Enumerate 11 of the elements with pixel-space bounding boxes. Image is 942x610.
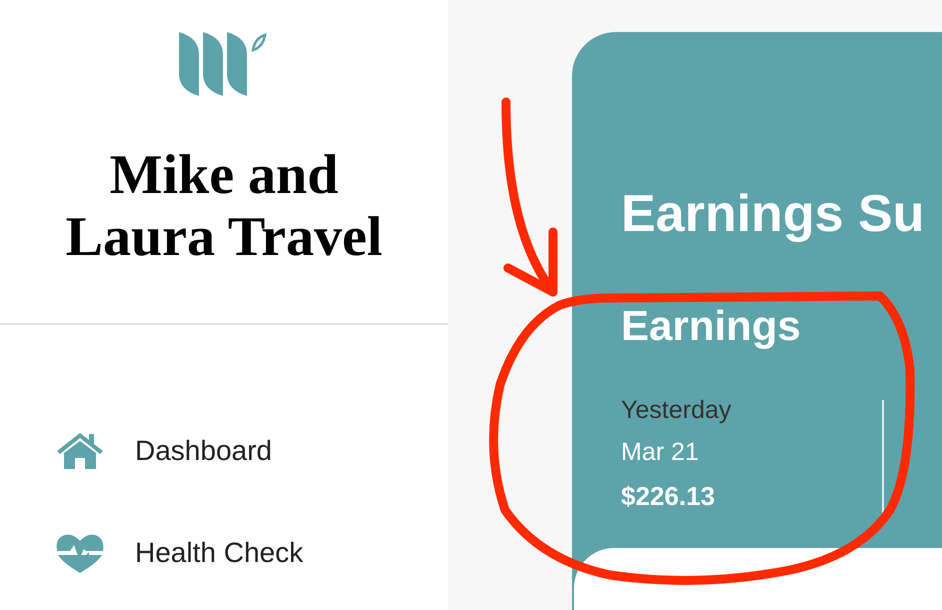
house-icon	[55, 431, 105, 471]
heartbeat-icon	[55, 533, 105, 573]
card-title: Earnings Su	[620, 184, 926, 245]
section-heading: Earnings	[621, 301, 802, 351]
earnings-amount: $226.13	[621, 480, 716, 513]
nav-item[interactable]: Dashboard	[55, 430, 448, 472]
nav-item[interactable]: Health Check	[55, 532, 448, 574]
logo-icon	[179, 32, 269, 96]
date-label: Mar 21	[621, 437, 700, 468]
brand-name: Mike and Laura Travel	[64, 144, 384, 268]
period-label: Yesterday	[621, 395, 732, 426]
